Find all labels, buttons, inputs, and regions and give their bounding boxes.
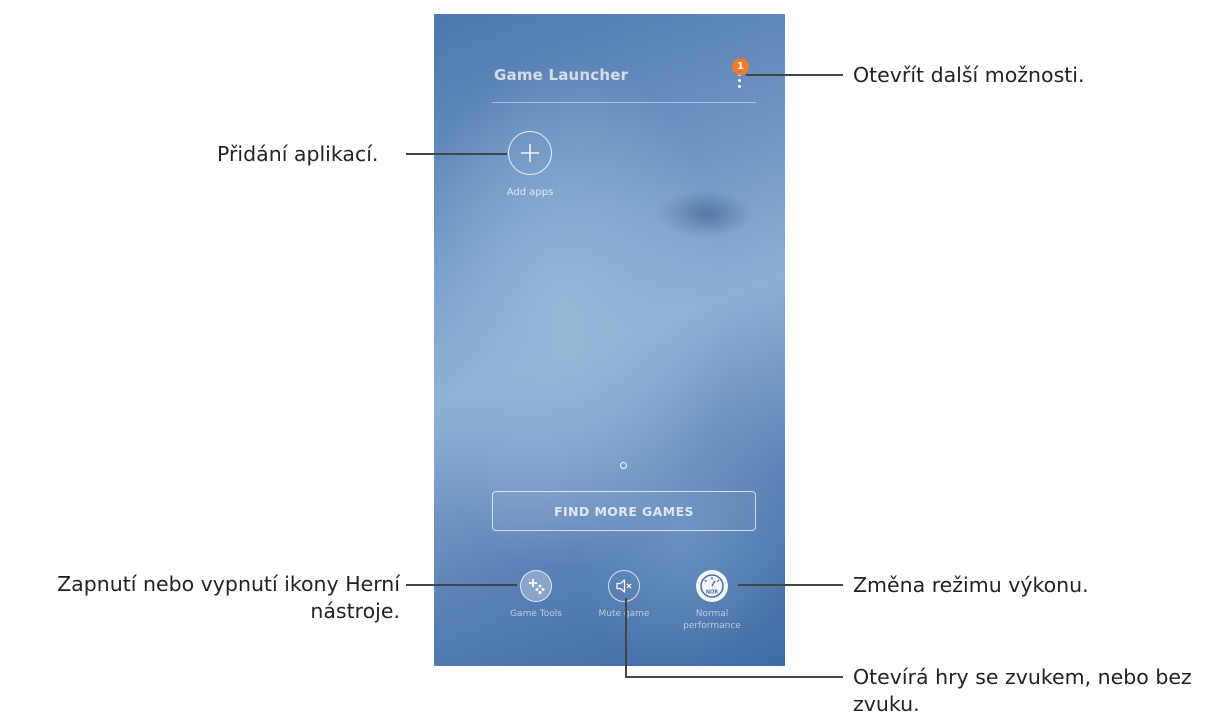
app-title: Game Launcher [494,66,629,84]
leader-line-mute-horizontal [625,676,843,678]
leader-line-mute-vertical [625,598,627,678]
callout-mute: Otevírá hry se zvukem, nebo bez zvuku. [853,665,1192,716]
leader-line-performance [738,584,843,586]
callout-performance: Změna režimu výkonu. [853,573,1089,597]
game-tools-label: Game Tools [510,609,562,619]
performance-mode-toggle[interactable]: NOR Normal performance [667,570,757,632]
find-more-games-button[interactable]: FIND MORE GAMES [492,491,756,531]
game-tools-toggle[interactable]: Game Tools [491,570,581,620]
leader-line-more-options [746,74,843,76]
performance-gauge-icon: NOR [696,570,728,602]
mute-speaker-icon [608,570,640,602]
callout-game-tools: Zapnutí nebo vypnutí ikony Herní nástroj… [57,572,400,623]
game-tools-icon [520,570,552,602]
mute-game-toggle[interactable]: Mute game [579,570,669,620]
callout-more-options: Otevřít další možnosti. [853,63,1085,87]
plus-icon [521,144,539,162]
leader-line-add-apps [406,153,507,155]
performance-label: Normal performance [683,609,741,631]
page-indicator [620,462,627,469]
game-launcher-screen: Game Launcher 1 Add apps FIND MORE GAMES… [434,14,785,666]
notification-badge: 1 [732,58,749,75]
callout-add-apps: Přidání aplikací. [217,142,379,166]
title-divider [492,102,756,103]
mute-game-label: Mute game [598,609,650,619]
leader-line-game-tools [406,584,517,586]
add-apps-button[interactable] [508,131,552,175]
add-apps-label: Add apps [506,187,554,198]
gauge-mode-text: NOR [706,590,718,596]
